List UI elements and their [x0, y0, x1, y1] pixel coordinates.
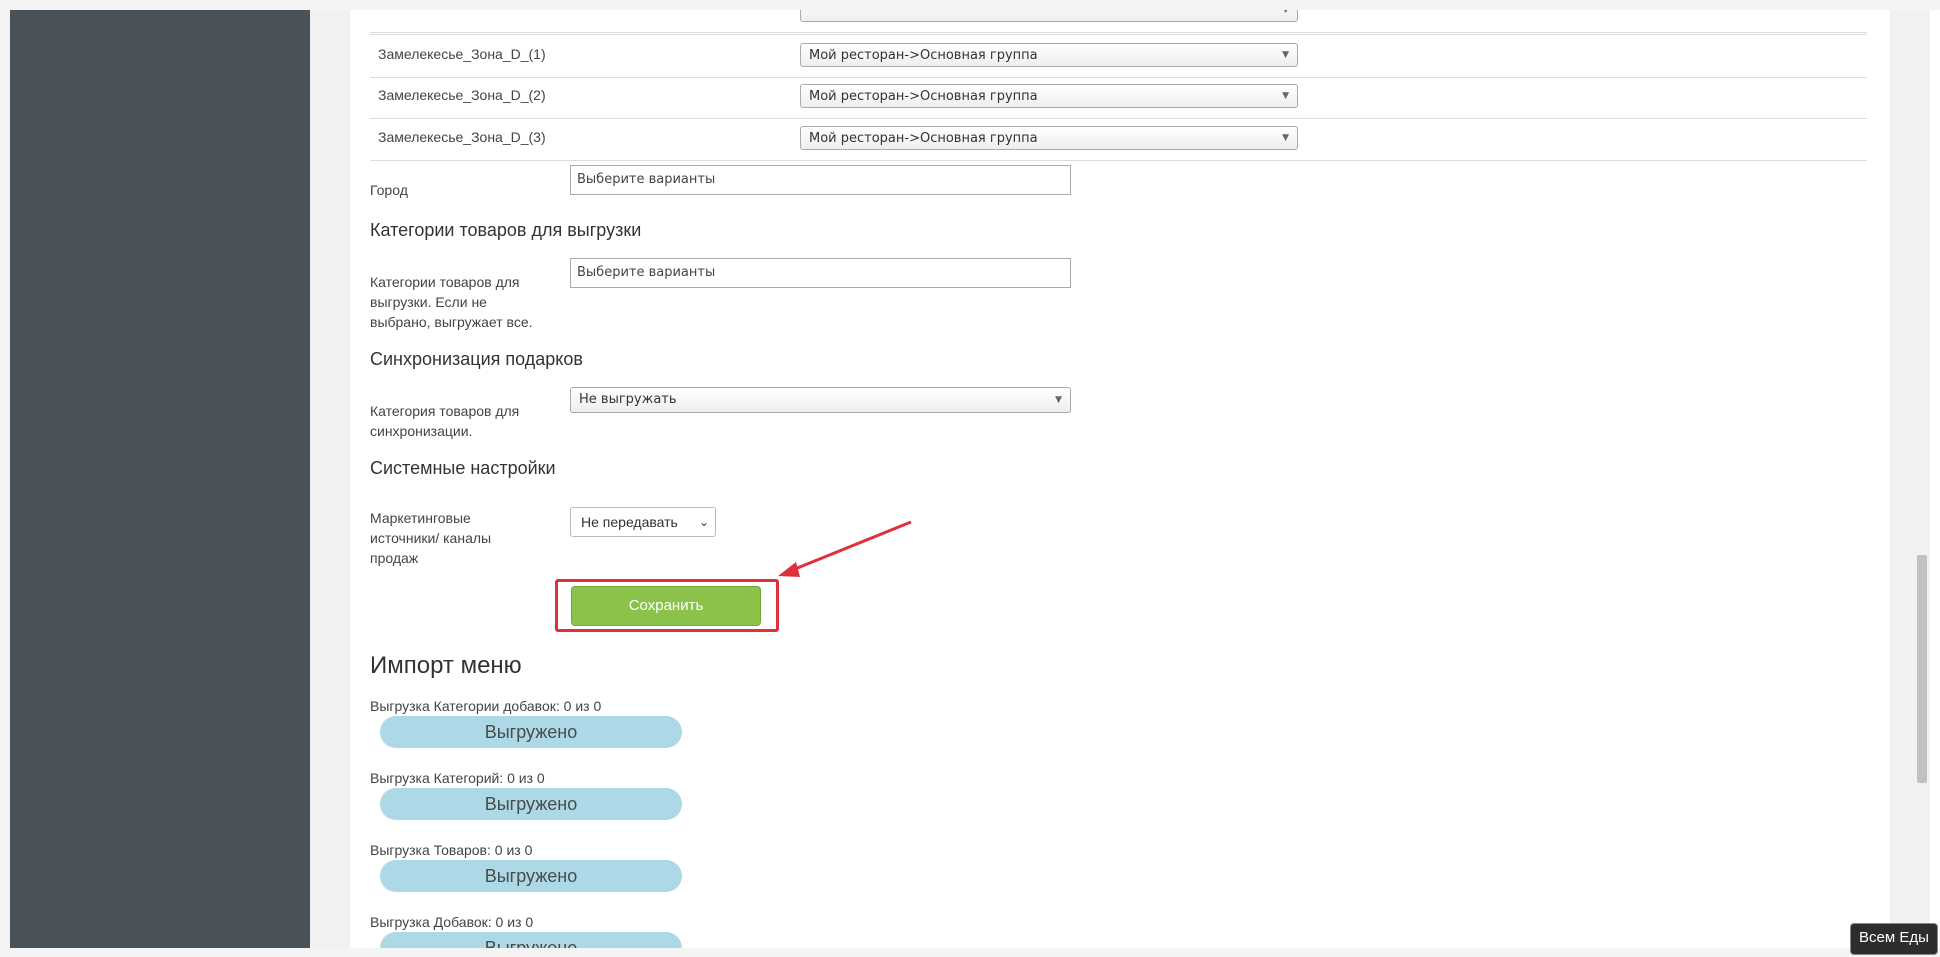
scrollbar-thumb[interactable]	[1917, 555, 1927, 783]
vertical-scrollbar[interactable]	[1914, 10, 1930, 948]
annotation-arrow-overlay	[778, 520, 912, 577]
window-frame-bottom	[0, 948, 1940, 957]
brand-badge: Всем Еды	[1850, 923, 1938, 955]
